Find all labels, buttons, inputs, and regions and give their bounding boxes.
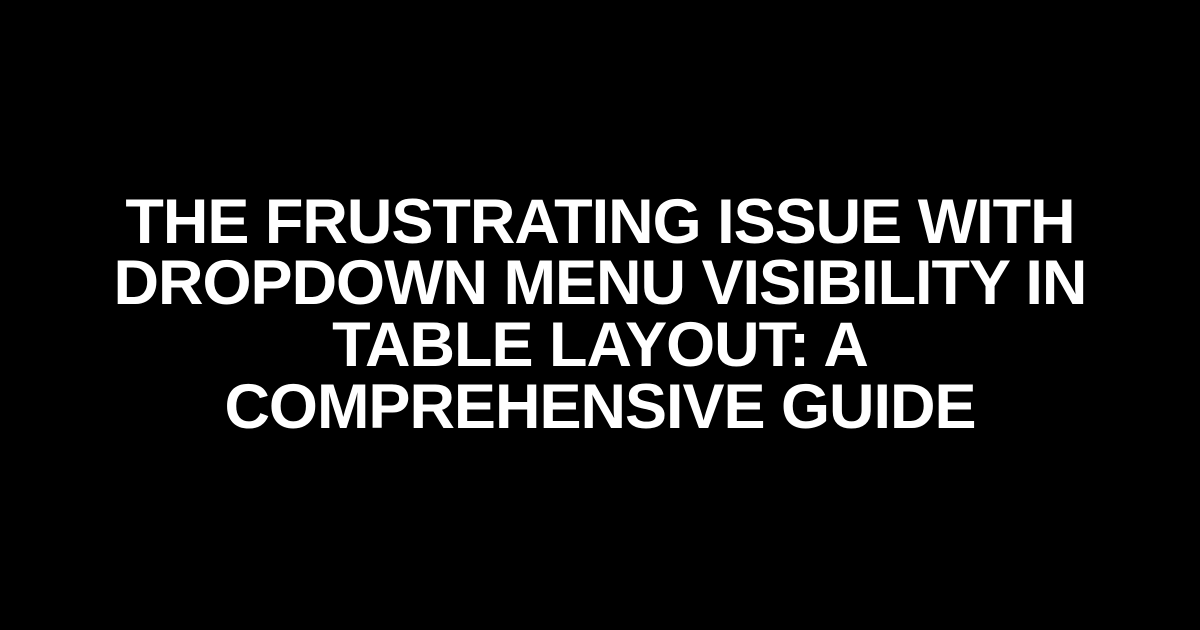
title-container: THE FRUSTRATING ISSUE WITH DROPDOWN MENU…: [0, 192, 1200, 439]
page-title: THE FRUSTRATING ISSUE WITH DROPDOWN MENU…: [80, 192, 1120, 439]
